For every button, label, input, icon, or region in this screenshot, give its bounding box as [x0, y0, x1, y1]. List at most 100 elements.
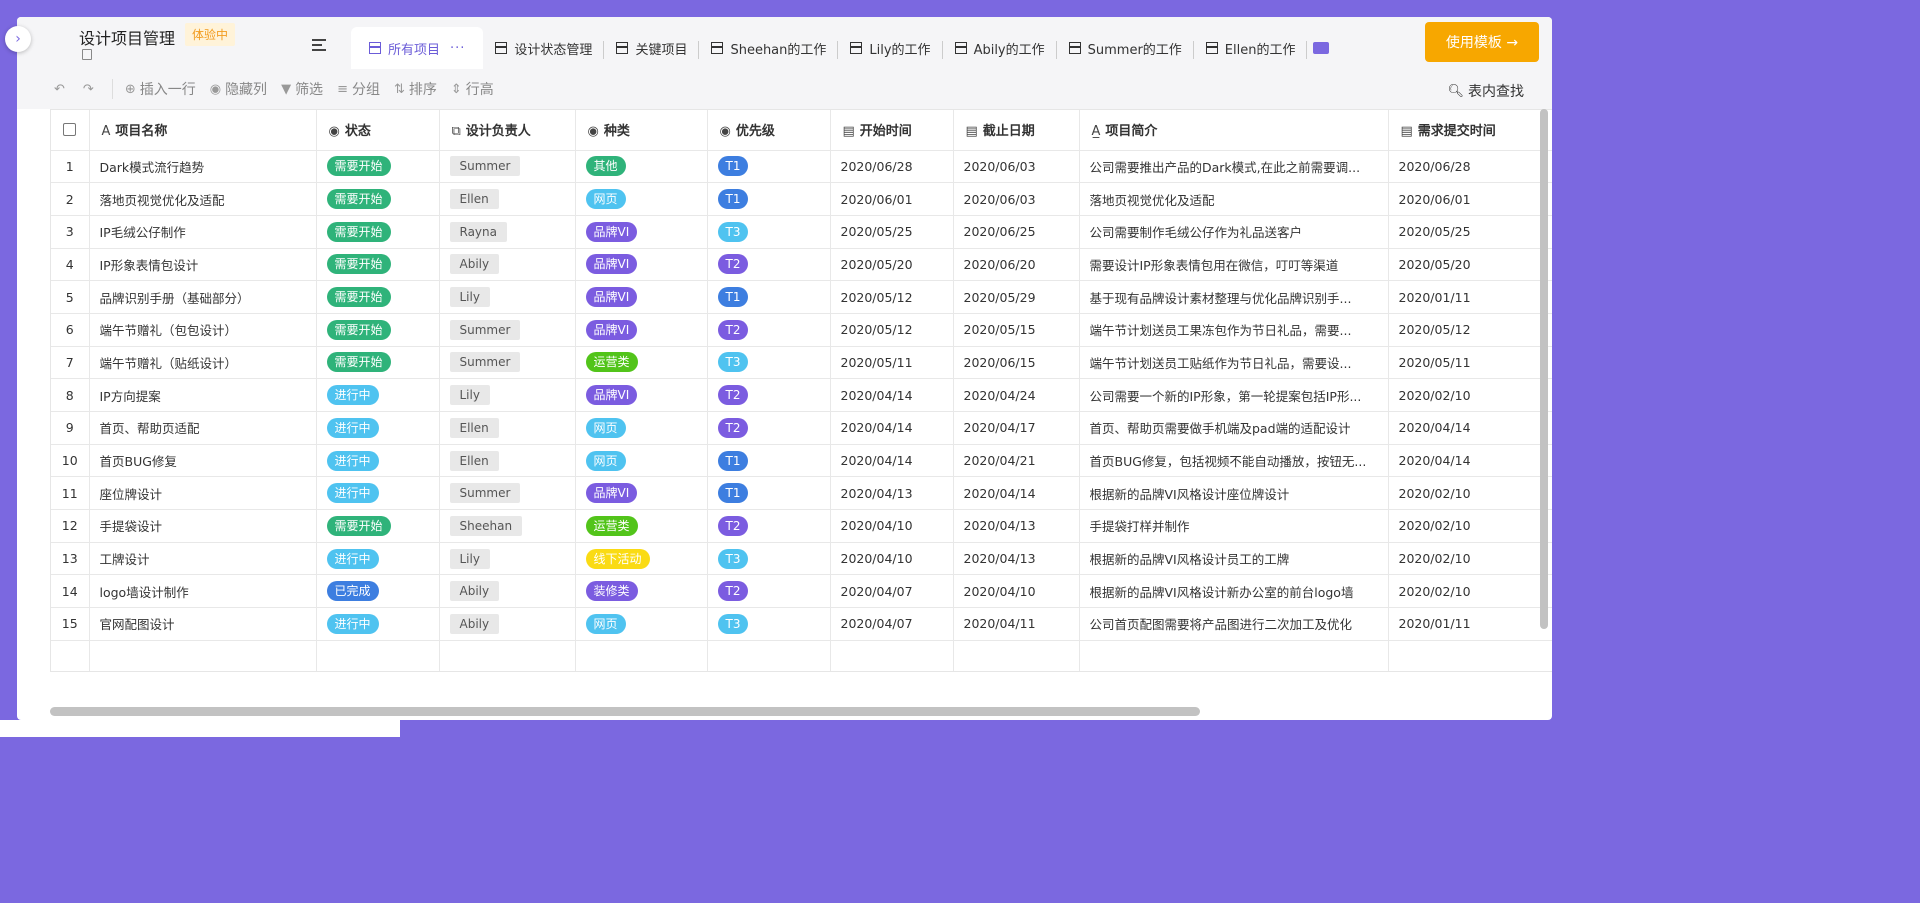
cell-name[interactable]: 工牌设计: [89, 542, 317, 576]
cell-owner[interactable]: Summer: [439, 150, 576, 184]
cell-due[interactable]: 2020/06/20: [953, 248, 1080, 282]
cell-category[interactable]: 品牌VI: [575, 248, 708, 282]
cell-owner[interactable]: Rayna: [439, 215, 576, 249]
cell-name[interactable]: logo墙设计制作: [89, 574, 317, 609]
cell-status[interactable]: 进行中: [316, 476, 440, 511]
cell-priority[interactable]: T2: [707, 411, 831, 445]
cell-name[interactable]: IP毛绒公仔制作: [89, 215, 317, 249]
cell-priority[interactable]: T1: [707, 182, 831, 216]
cell-status[interactable]: 进行中: [316, 444, 440, 478]
cell-category[interactable]: 品牌VI: [575, 215, 708, 249]
cell-status[interactable]: 进行中: [316, 378, 440, 412]
cell-start[interactable]: 2020/04/07: [830, 607, 954, 641]
cell-category[interactable]: 网页: [575, 607, 708, 641]
cell-status[interactable]: 需要开始: [316, 182, 440, 216]
cell-desc[interactable]: 公司需要推出产品的Dark模式,在此之前需要调...: [1079, 150, 1389, 184]
cell-submit[interactable]: 2020/02/10: [1388, 542, 1552, 576]
cell-owner[interactable]: Lily: [439, 542, 576, 576]
table-row[interactable]: 7 端午节赠礼（贴纸设计） 需要开始 Summer 运营类 T3 2020/05/11 202…: [51, 346, 1552, 380]
cell-status[interactable]: 需要开始: [316, 280, 440, 314]
tab-key-projects[interactable]: 关键项目: [604, 27, 700, 69]
cell-due[interactable]: 2020/04/14: [953, 476, 1080, 511]
search-in-table-button[interactable]: 🔍︎ 表内查找: [1447, 81, 1524, 101]
cell-start[interactable]: 2020/05/12: [830, 313, 954, 347]
table-row[interactable]: 12 手提袋设计 需要开始 Sheehan 运营类 T2 2020/04/10 2020/04…: [51, 509, 1552, 543]
column-header-desc[interactable]: A̲ 项目简介: [1079, 110, 1389, 151]
column-header-submit[interactable]: ▤ 需求提交时间: [1388, 110, 1552, 151]
cell-due[interactable]: 2020/06/03: [953, 182, 1080, 216]
cell-owner[interactable]: Abily: [439, 574, 576, 609]
tab-summer[interactable]: Summer的工作: [1057, 27, 1194, 69]
undo-button[interactable]: ↶: [54, 82, 69, 97]
column-header-category[interactable]: ◉ 种类: [575, 110, 708, 151]
cell-category[interactable]: 品牌VI: [575, 378, 708, 412]
column-header-name[interactable]: A 项目名称: [89, 110, 317, 151]
cell-name[interactable]: IP方向提案: [89, 378, 317, 412]
tab-abily[interactable]: Abily的工作: [943, 27, 1057, 69]
cell-owner[interactable]: Ellen: [439, 182, 576, 216]
cell-category[interactable]: 网页: [575, 444, 708, 478]
vertical-scrollbar[interactable]: [1540, 109, 1548, 629]
document-icon[interactable]: [82, 49, 92, 60]
table-row[interactable]: 15 官网配图设计 进行中 Abily 网页 T3 2020/04/07 2020/04/11…: [51, 607, 1552, 641]
cell-submit[interactable]: 2020/04/14: [1388, 444, 1552, 478]
cell-category[interactable]: 运营类: [575, 509, 708, 543]
table-row[interactable]: 10 首页BUG修复 进行中 Ellen 网页 T1 2020/04/14 2020/04/2…: [51, 444, 1552, 478]
cell-submit[interactable]: 2020/01/11: [1388, 607, 1552, 641]
table-row[interactable]: 1 Dark模式流行趋势 需要开始 Summer 其他 T1 2020/06/28 2020/…: [51, 150, 1552, 184]
cell-priority[interactable]: T3: [707, 607, 831, 641]
cell-priority[interactable]: T1: [707, 280, 831, 314]
cell-status[interactable]: 需要开始: [316, 248, 440, 282]
cell-due[interactable]: 2020/04/10: [953, 574, 1080, 609]
table-row[interactable]: 9 首页、帮助页适配 进行中 Ellen 网页 T2 2020/04/14 2020/04/1…: [51, 411, 1552, 445]
row-height-button[interactable]: ⇕ 行高: [451, 79, 494, 99]
cell-desc[interactable]: 端午节计划送员工贴纸作为节日礼品，需要设...: [1079, 346, 1389, 380]
cell-due[interactable]: 2020/04/21: [953, 444, 1080, 478]
cell-name[interactable]: 首页BUG修复: [89, 444, 317, 478]
cell-status[interactable]: 需要开始: [316, 313, 440, 347]
cell-name[interactable]: 手提袋设计: [89, 509, 317, 543]
column-header-start[interactable]: ▤ 开始时间: [830, 110, 954, 151]
cell-category[interactable]: 品牌VI: [575, 476, 708, 511]
cell-owner[interactable]: Abily: [439, 248, 576, 282]
cell-priority[interactable]: T2: [707, 378, 831, 412]
insert-row-button[interactable]: ⊕ 插入一行: [125, 79, 196, 99]
cell-start[interactable]: 2020/06/01: [830, 182, 954, 216]
cell-name[interactable]: 首页、帮助页适配: [89, 411, 317, 445]
cell-submit[interactable]: 2020/02/10: [1388, 378, 1552, 412]
cell-owner[interactable]: Ellen: [439, 411, 576, 445]
more-icon[interactable]: ···: [450, 41, 465, 56]
cell-status[interactable]: 进行中: [316, 411, 440, 445]
table-row[interactable]: 4 IP形象表情包设计 需要开始 Abily 品牌VI T2 2020/05/20 2020/…: [51, 248, 1552, 282]
cell-due[interactable]: 2020/04/24: [953, 378, 1080, 412]
cell-name[interactable]: 官网配图设计: [89, 607, 317, 641]
cell-start[interactable]: 2020/05/25: [830, 215, 954, 249]
add-row-placeholder[interactable]: [51, 640, 1552, 671]
cell-start[interactable]: 2020/04/07: [830, 574, 954, 609]
cell-name[interactable]: 座位牌设计: [89, 476, 317, 511]
cell-desc[interactable]: 需要设计IP形象表情包用在微信，叮叮等渠道: [1079, 248, 1389, 282]
cell-priority[interactable]: T1: [707, 150, 831, 184]
cell-submit[interactable]: 2020/06/01: [1388, 182, 1552, 216]
cell-priority[interactable]: T1: [707, 476, 831, 511]
cell-desc[interactable]: 公司需要一个新的IP形象，第一轮提案包括IP形...: [1079, 378, 1389, 412]
cell-category[interactable]: 网页: [575, 182, 708, 216]
cell-priority[interactable]: T2: [707, 313, 831, 347]
cell-category[interactable]: 品牌VI: [575, 313, 708, 347]
cell-owner[interactable]: Lily: [439, 378, 576, 412]
cell-status[interactable]: 需要开始: [316, 346, 440, 380]
table-row[interactable]: 2 落地页视觉优化及适配 需要开始 Ellen 网页 T1 2020/06/01 2020/0…: [51, 182, 1552, 216]
cell-status[interactable]: 已完成: [316, 574, 440, 609]
cell-name[interactable]: Dark模式流行趋势: [89, 150, 317, 184]
cell-priority[interactable]: T1: [707, 444, 831, 478]
cell-owner[interactable]: Abily: [439, 607, 576, 641]
expand-sidebar-button[interactable]: ›: [5, 26, 31, 52]
cell-category[interactable]: 品牌VI: [575, 280, 708, 314]
cell-desc[interactable]: 首页、帮助页需要做手机端及pad端的适配设计: [1079, 411, 1389, 445]
cell-start[interactable]: 2020/05/11: [830, 346, 954, 380]
cell-start[interactable]: 2020/04/14: [830, 378, 954, 412]
cell-desc[interactable]: 根据新的品牌VI风格设计新办公室的前台logo墙: [1079, 574, 1389, 609]
filter-button[interactable]: ▼ 筛选: [281, 79, 323, 99]
cell-category[interactable]: 其他: [575, 150, 708, 184]
tab-all-projects[interactable]: 所有项目 ···: [351, 27, 484, 69]
